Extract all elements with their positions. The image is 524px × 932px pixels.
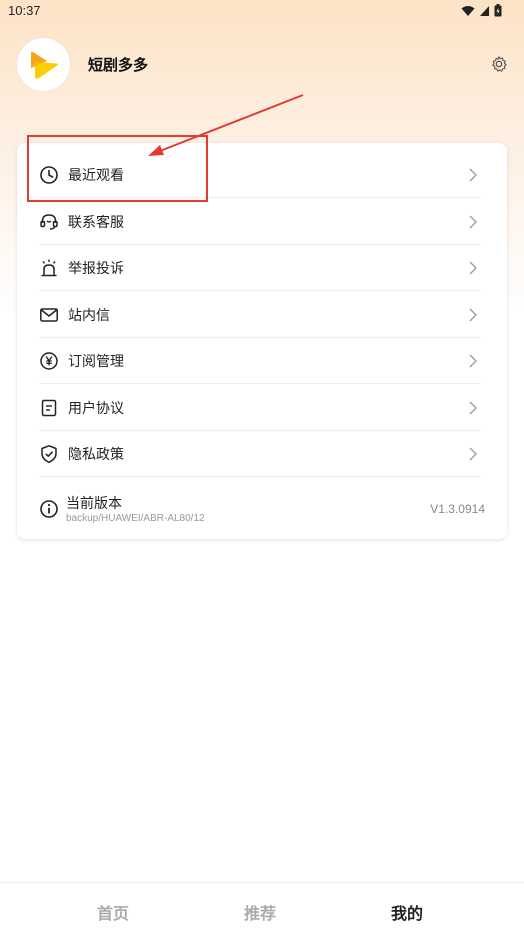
divider <box>39 476 481 477</box>
chevron-right-icon <box>469 354 477 368</box>
menu-item-label: 用户协议 <box>68 401 124 417</box>
shield-check-icon <box>39 444 59 464</box>
annotation-highlight-box <box>27 135 208 202</box>
menu-item-inbox[interactable]: 站内信 <box>17 292 507 338</box>
menu-item-label: 隐私政策 <box>68 447 124 463</box>
chevron-right-icon <box>469 401 477 415</box>
menu-item-label: 举报投诉 <box>68 261 124 277</box>
menu-item-label: 订阅管理 <box>68 354 124 370</box>
version-build-info: backup/HUAWEI/ABR-AL80/12 <box>66 513 205 524</box>
divider <box>39 383 481 384</box>
menu-card: 最近观看 联系客服 举报投诉 站内信 订阅管理 用户协议 隐私政策 当前版本 b… <box>17 143 507 539</box>
app-name: 短剧多多 <box>88 56 149 74</box>
battery-icon <box>494 4 502 17</box>
wifi-icon <box>461 5 475 16</box>
chevron-right-icon <box>469 168 477 182</box>
menu-item-customer-service[interactable]: 联系客服 <box>17 199 507 245</box>
menu-item-privacy-policy[interactable]: 隐私政策 <box>17 431 507 477</box>
signal-icon <box>480 5 489 16</box>
tab-recommend[interactable]: 推荐 <box>244 900 276 924</box>
bottom-navigation: 首页 推荐 我的 <box>0 882 524 932</box>
chevron-right-icon <box>469 308 477 322</box>
chevron-right-icon <box>469 447 477 461</box>
menu-item-user-agreement[interactable]: 用户协议 <box>17 385 507 431</box>
status-icons <box>461 4 502 17</box>
mail-icon <box>39 305 59 325</box>
menu-item-label: 站内信 <box>68 308 110 324</box>
menu-item-report-complaint[interactable]: 举报投诉 <box>17 245 507 291</box>
menu-item-label: 联系客服 <box>68 215 124 231</box>
app-logo-avatar[interactable] <box>17 38 70 91</box>
version-number: V1.3.0914 <box>430 502 485 516</box>
headset-icon <box>39 212 59 232</box>
menu-item-subscription[interactable]: 订阅管理 <box>17 338 507 384</box>
tab-mine[interactable]: 我的 <box>391 900 423 924</box>
version-label: 当前版本 <box>66 496 122 512</box>
chevron-right-icon <box>469 261 477 275</box>
alarm-icon <box>39 258 59 278</box>
status-bar: 10:37 <box>0 0 524 22</box>
info-icon <box>39 499 59 519</box>
chevron-right-icon <box>469 215 477 229</box>
yen-circle-icon <box>39 351 59 371</box>
status-time: 10:37 <box>8 3 41 18</box>
divider <box>39 290 481 291</box>
settings-gear-icon[interactable] <box>490 55 508 73</box>
play-logo-icon <box>30 51 58 79</box>
tab-home[interactable]: 首页 <box>97 900 129 924</box>
document-icon <box>39 398 59 418</box>
